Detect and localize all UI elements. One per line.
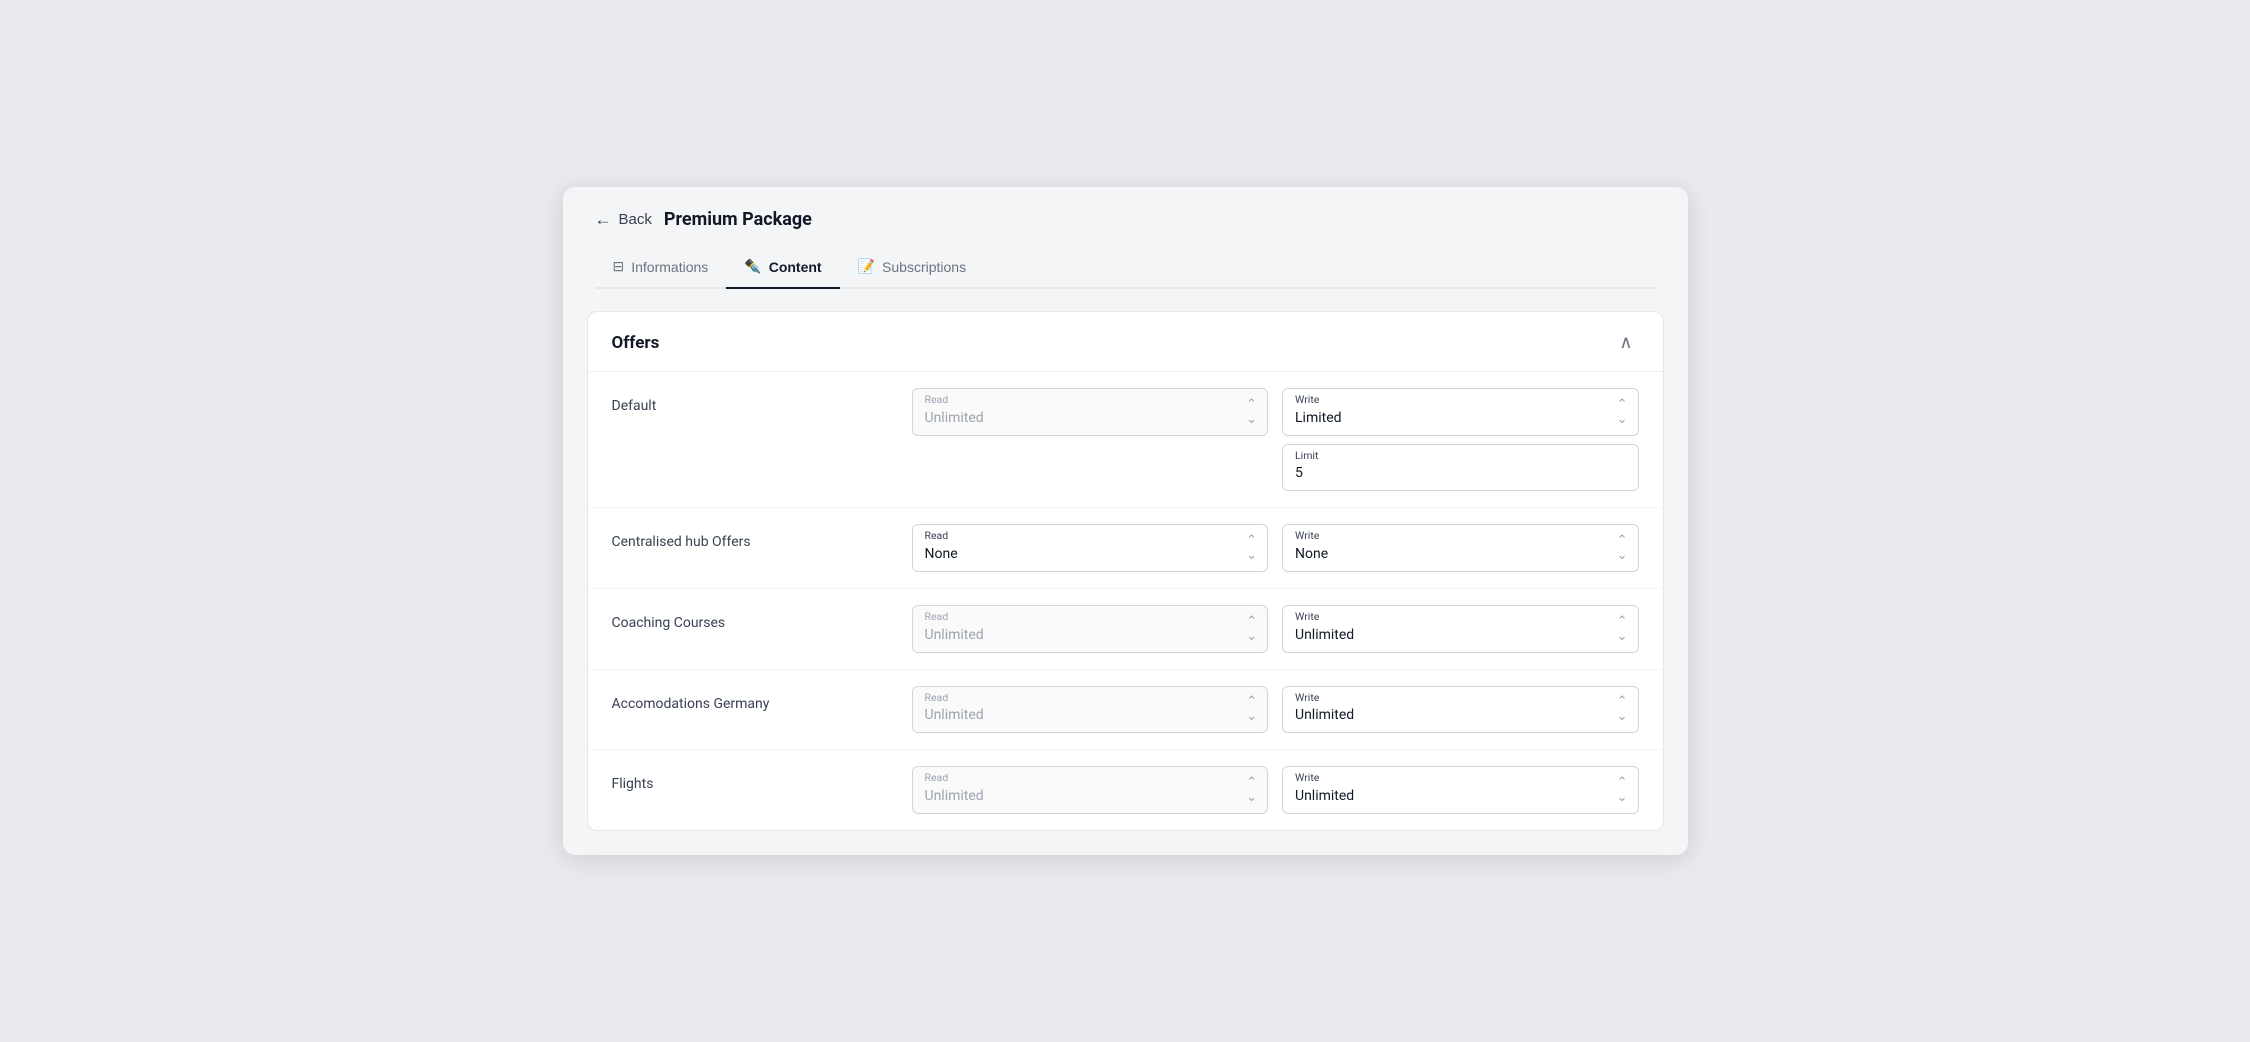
write-value-default: Limited xyxy=(1295,408,1626,429)
write-label-flights: Write xyxy=(1295,771,1626,785)
read-select-group-centralised: Read None ⌃⌄ xyxy=(912,524,1269,572)
offer-row-accommodations: Accomodations Germany Read Unlimited ⌃⌄ … xyxy=(588,670,1663,751)
read-select-group-flights: Read Unlimited ⌃⌄ xyxy=(912,766,1269,814)
offer-label-accommodations: Accomodations Germany xyxy=(612,686,912,712)
subscriptions-icon: 📝 xyxy=(858,258,875,275)
tab-content[interactable]: ✒️ Content xyxy=(726,248,839,289)
read-field-default[interactable]: Read Unlimited ⌃⌄ xyxy=(912,388,1269,436)
collapse-icon: ∧ xyxy=(1619,332,1632,352)
main-content: Offers ∧ Default Read Unlimited ⌃⌄ xyxy=(563,289,1688,855)
write-select-group-accommodations: Write Unlimited ⌃⌄ xyxy=(1282,686,1639,734)
write-field-flights[interactable]: Write Unlimited ⌃⌄ xyxy=(1282,766,1639,814)
read-value-accommodations: Unlimited xyxy=(925,705,1256,726)
write-field-coaching[interactable]: Write Unlimited ⌃⌄ xyxy=(1282,605,1639,653)
offer-controls-centralised: Read None ⌃⌄ Write None ⌃⌄ xyxy=(912,524,1639,572)
limit-value-default: 5 xyxy=(1295,463,1626,484)
write-label-centralised: Write xyxy=(1295,529,1626,543)
offer-label-centralised: Centralised hub Offers xyxy=(612,524,912,550)
offer-controls-accommodations: Read Unlimited ⌃⌄ Write Unlimited ⌃⌄ xyxy=(912,686,1639,734)
offer-row-centralised: Centralised hub Offers Read None ⌃⌄ Writ… xyxy=(588,508,1663,589)
collapse-button[interactable]: ∧ xyxy=(1613,330,1638,355)
limit-label-default: Limit xyxy=(1295,449,1626,463)
write-select-group-flights: Write Unlimited ⌃⌄ xyxy=(1282,766,1639,814)
read-select-group-default: Read Unlimited ⌃⌄ xyxy=(912,388,1269,436)
card-title: Offers xyxy=(612,333,660,353)
app-window: ← Back Premium Package ⊟ Informations ✒️… xyxy=(563,187,1688,855)
read-select-group-accommodations: Read Unlimited ⌃⌄ xyxy=(912,686,1269,734)
read-label-coaching: Read xyxy=(925,610,1256,624)
write-select-group-coaching: Write Unlimited ⌃⌄ xyxy=(1282,605,1639,653)
content-icon: ✒️ xyxy=(744,258,761,275)
offer-controls-coaching: Read Unlimited ⌃⌄ Write Unlimited ⌃⌄ xyxy=(912,605,1639,653)
back-label: Back xyxy=(619,211,652,228)
write-label-default: Write xyxy=(1295,393,1626,407)
page-header: ← Back Premium Package ⊟ Informations ✒️… xyxy=(563,187,1688,289)
read-field-flights[interactable]: Read Unlimited ⌃⌄ xyxy=(912,766,1269,814)
read-value-centralised: None xyxy=(925,544,1256,565)
read-select-group-coaching: Read Unlimited ⌃⌄ xyxy=(912,605,1269,653)
back-row: ← Back Premium Package xyxy=(595,209,1656,230)
offer-row-flights: Flights Read Unlimited ⌃⌄ Write Unlimite… xyxy=(588,750,1663,830)
write-value-flights: Unlimited xyxy=(1295,786,1626,807)
write-field-default[interactable]: Write Limited ⌃⌄ xyxy=(1282,388,1639,436)
read-value-default: Unlimited xyxy=(925,408,1256,429)
tabs-bar: ⊟ Informations ✒️ Content 📝 Subscription… xyxy=(595,248,1656,289)
back-button[interactable]: ← Back xyxy=(595,210,652,230)
read-value-flights: Unlimited xyxy=(925,786,1256,807)
write-value-centralised: None xyxy=(1295,544,1626,565)
card-header: Offers ∧ xyxy=(588,312,1663,372)
write-label-accommodations: Write xyxy=(1295,691,1626,705)
offer-controls-default: Read Unlimited ⌃⌄ Write Limited ⌃⌄ Limit xyxy=(912,388,1639,491)
limit-field-default[interactable]: Limit 5 xyxy=(1282,444,1639,492)
read-label-default: Read xyxy=(925,393,1256,407)
read-field-accommodations[interactable]: Read Unlimited ⌃⌄ xyxy=(912,686,1269,734)
read-value-coaching: Unlimited xyxy=(925,625,1256,646)
offer-label-default: Default xyxy=(612,388,912,414)
tab-subscriptions-label: Subscriptions xyxy=(882,259,966,275)
read-label-accommodations: Read xyxy=(925,691,1256,705)
read-label-flights: Read xyxy=(925,771,1256,785)
read-field-coaching[interactable]: Read Unlimited ⌃⌄ xyxy=(912,605,1269,653)
offer-label-flights: Flights xyxy=(612,766,912,792)
write-select-group-centralised: Write None ⌃⌄ xyxy=(1282,524,1639,572)
offers-card: Offers ∧ Default Read Unlimited ⌃⌄ xyxy=(587,311,1664,831)
informations-icon: ⊟ xyxy=(613,258,625,275)
read-field-centralised[interactable]: Read None ⌃⌄ xyxy=(912,524,1269,572)
tab-content-label: Content xyxy=(769,259,822,275)
read-label-centralised: Read xyxy=(925,529,1256,543)
write-select-group-default: Write Limited ⌃⌄ Limit 5 xyxy=(1282,388,1639,491)
offer-label-coaching: Coaching Courses xyxy=(612,605,912,631)
write-value-coaching: Unlimited xyxy=(1295,625,1626,646)
offer-controls-flights: Read Unlimited ⌃⌄ Write Unlimited ⌃⌄ xyxy=(912,766,1639,814)
back-arrow-icon: ← xyxy=(595,210,612,230)
tab-subscriptions[interactable]: 📝 Subscriptions xyxy=(840,248,984,289)
write-field-centralised[interactable]: Write None ⌃⌄ xyxy=(1282,524,1639,572)
write-value-accommodations: Unlimited xyxy=(1295,705,1626,726)
tab-informations[interactable]: ⊟ Informations xyxy=(595,248,727,289)
offer-row-coaching: Coaching Courses Read Unlimited ⌃⌄ Write… xyxy=(588,589,1663,670)
page-title: Premium Package xyxy=(664,209,812,230)
tab-informations-label: Informations xyxy=(631,259,708,275)
write-field-accommodations[interactable]: Write Unlimited ⌃⌄ xyxy=(1282,686,1639,734)
write-label-coaching: Write xyxy=(1295,610,1626,624)
offer-row-default: Default Read Unlimited ⌃⌄ Write Limited xyxy=(588,372,1663,508)
